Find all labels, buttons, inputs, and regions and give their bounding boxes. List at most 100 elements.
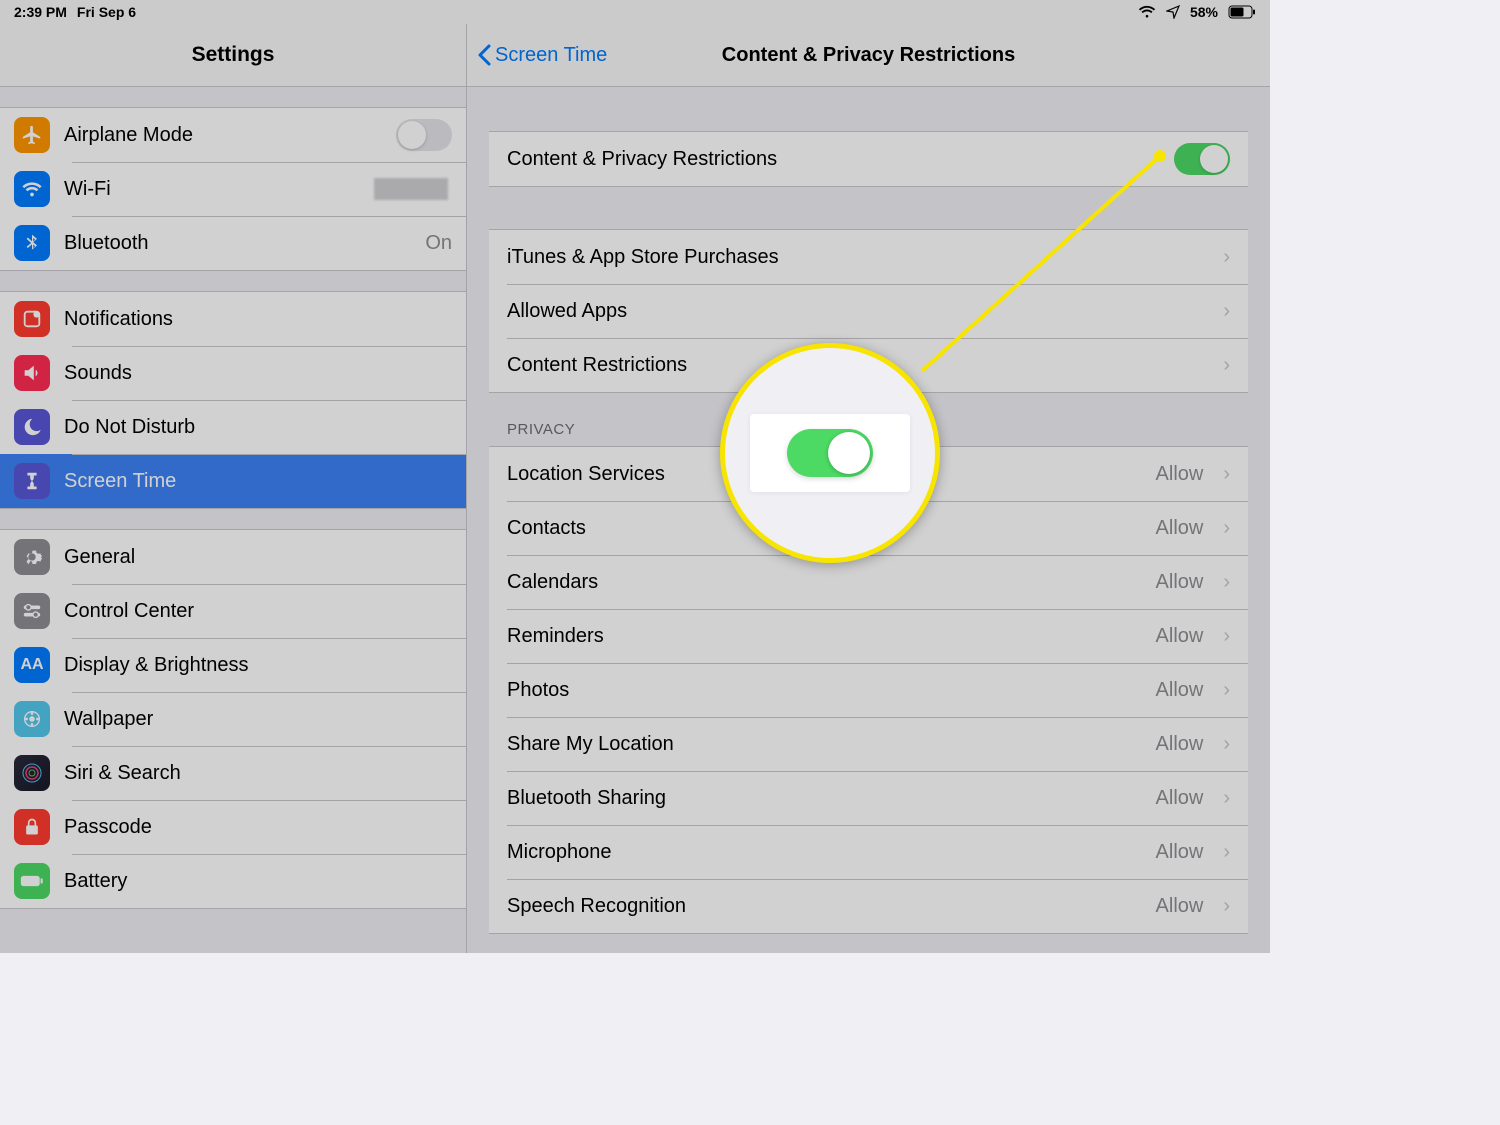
- itunes-label: iTunes & App Store Purchases: [507, 246, 1203, 269]
- control-center-icon: [14, 593, 50, 629]
- privacy-row[interactable]: Bluetooth Sharing Allow ›: [489, 771, 1248, 825]
- status-bar: 2:39 PM Fri Sep 6 58%: [0, 0, 1270, 24]
- privacy-section-header: PRIVACY: [507, 421, 1248, 438]
- general-label: General: [64, 546, 452, 569]
- airplane-icon: [14, 117, 50, 153]
- privacy-label: Contacts: [507, 517, 1142, 540]
- control-center-label: Control Center: [64, 600, 452, 623]
- chevron-right-icon: ›: [1223, 625, 1230, 648]
- passcode-icon: [14, 809, 50, 845]
- siri-label: Siri & Search: [64, 762, 452, 785]
- privacy-label: Speech Recognition: [507, 895, 1142, 918]
- screen-time-label: Screen Time: [64, 470, 452, 493]
- chevron-right-icon: ›: [1223, 787, 1230, 810]
- privacy-row[interactable]: MicrophoneAllow›: [489, 825, 1248, 879]
- sidebar-item-notifications[interactable]: Notifications: [0, 292, 466, 346]
- status-time: 2:39 PM: [14, 4, 67, 20]
- chevron-left-icon: [477, 43, 493, 67]
- row-content-restrictions[interactable]: Content Restrictions ›: [489, 338, 1248, 392]
- privacy-value: Allow: [1156, 733, 1204, 756]
- screen-time-icon: [14, 463, 50, 499]
- dnd-label: Do Not Disturb: [64, 416, 452, 439]
- status-date: Fri Sep 6: [77, 4, 136, 20]
- battery-icon: [1228, 5, 1256, 19]
- sidebar-item-wifi[interactable]: Wi-Fi: [0, 162, 466, 216]
- privacy-row[interactable]: Calendars Allow ›: [489, 555, 1248, 609]
- chevron-right-icon: ›: [1223, 733, 1230, 756]
- battery-settings-icon: [14, 863, 50, 899]
- sidebar-item-screen-time[interactable]: Screen Time: [0, 454, 466, 508]
- privacy-row[interactable]: Location ServicesAllow›: [489, 447, 1248, 501]
- wifi-icon: [1138, 5, 1156, 19]
- notifications-label: Notifications: [64, 308, 452, 331]
- chevron-right-icon: ›: [1223, 679, 1230, 702]
- privacy-row[interactable]: Speech Recognition Allow ›: [489, 879, 1248, 933]
- notifications-icon: [14, 301, 50, 337]
- sidebar-item-display[interactable]: AA Display & Brightness: [0, 638, 466, 692]
- bluetooth-label: Bluetooth: [64, 232, 411, 255]
- privacy-label: Location Services: [507, 463, 1142, 486]
- privacy-value: Allow: [1156, 571, 1204, 594]
- allowed-apps-label: Allowed Apps: [507, 300, 1203, 323]
- airplane-toggle[interactable]: [396, 119, 452, 151]
- privacy-value: Allow: [1156, 841, 1204, 864]
- wifi-value-redacted: [374, 178, 448, 200]
- row-itunes-purchases[interactable]: iTunes & App Store Purchases ›: [489, 230, 1248, 284]
- sidebar-item-wallpaper[interactable]: Wallpaper: [0, 692, 466, 746]
- sidebar-item-passcode[interactable]: Passcode: [0, 800, 466, 854]
- privacy-row[interactable]: Reminders Allow ›: [489, 609, 1248, 663]
- privacy-value: Allow: [1156, 895, 1204, 918]
- content-privacy-label: Content & Privacy Restrictions: [507, 148, 1160, 171]
- chevron-right-icon: ›: [1223, 517, 1230, 540]
- chevron-right-icon: ›: [1223, 463, 1230, 486]
- privacy-label: Bluetooth Sharing: [507, 787, 1142, 810]
- privacy-row[interactable]: ContactsAllow›: [489, 501, 1248, 555]
- wallpaper-label: Wallpaper: [64, 708, 452, 731]
- battery-label: Battery: [64, 870, 452, 893]
- wifi-label: Wi-Fi: [64, 178, 360, 201]
- sidebar-item-battery[interactable]: Battery: [0, 854, 466, 908]
- privacy-value: Allow: [1156, 625, 1204, 648]
- content-privacy-toggle[interactable]: [1174, 143, 1230, 175]
- privacy-value: Allow: [1156, 787, 1204, 810]
- sidebar-item-control-center[interactable]: Control Center: [0, 584, 466, 638]
- sidebar-item-sounds[interactable]: Sounds: [0, 346, 466, 400]
- airplane-label: Airplane Mode: [64, 124, 382, 147]
- content-restrictions-label: Content Restrictions: [507, 354, 1203, 377]
- bluetooth-icon: [14, 225, 50, 261]
- detail-pane: Screen Time Content & Privacy Restrictio…: [467, 24, 1270, 953]
- chevron-right-icon: ›: [1223, 354, 1230, 377]
- gear-icon: [14, 539, 50, 575]
- back-label: Screen Time: [495, 44, 607, 67]
- back-button[interactable]: Screen Time: [477, 43, 607, 67]
- sidebar-item-siri[interactable]: Siri & Search: [0, 746, 466, 800]
- privacy-label: Reminders: [507, 625, 1142, 648]
- privacy-label: Share My Location: [507, 733, 1142, 756]
- passcode-label: Passcode: [64, 816, 452, 839]
- privacy-row[interactable]: PhotosAllow›: [489, 663, 1248, 717]
- chevron-right-icon: ›: [1223, 246, 1230, 269]
- chevron-right-icon: ›: [1223, 895, 1230, 918]
- sidebar-item-general[interactable]: General: [0, 530, 466, 584]
- dnd-icon: [14, 409, 50, 445]
- wifi-settings-icon: [14, 171, 50, 207]
- privacy-label: Calendars: [507, 571, 1142, 594]
- siri-icon: [14, 755, 50, 791]
- settings-sidebar: Settings Airplane Mode Wi-Fi Bluetooth O…: [0, 24, 467, 953]
- display-label: Display & Brightness: [64, 654, 452, 677]
- content-privacy-toggle-row[interactable]: Content & Privacy Restrictions: [489, 132, 1248, 186]
- privacy-value: Allow: [1156, 679, 1204, 702]
- sidebar-item-dnd[interactable]: Do Not Disturb: [0, 400, 466, 454]
- sounds-icon: [14, 355, 50, 391]
- bluetooth-value: On: [425, 232, 452, 255]
- sounds-label: Sounds: [64, 362, 452, 385]
- chevron-right-icon: ›: [1223, 300, 1230, 323]
- chevron-right-icon: ›: [1223, 571, 1230, 594]
- sidebar-item-bluetooth[interactable]: Bluetooth On: [0, 216, 466, 270]
- privacy-row[interactable]: Share My Location Allow ›: [489, 717, 1248, 771]
- sidebar-title: Settings: [0, 24, 466, 87]
- wallpaper-icon: [14, 701, 50, 737]
- sidebar-item-airplane[interactable]: Airplane Mode: [0, 108, 466, 162]
- row-allowed-apps[interactable]: Allowed Apps ›: [489, 284, 1248, 338]
- location-icon: [1166, 5, 1180, 19]
